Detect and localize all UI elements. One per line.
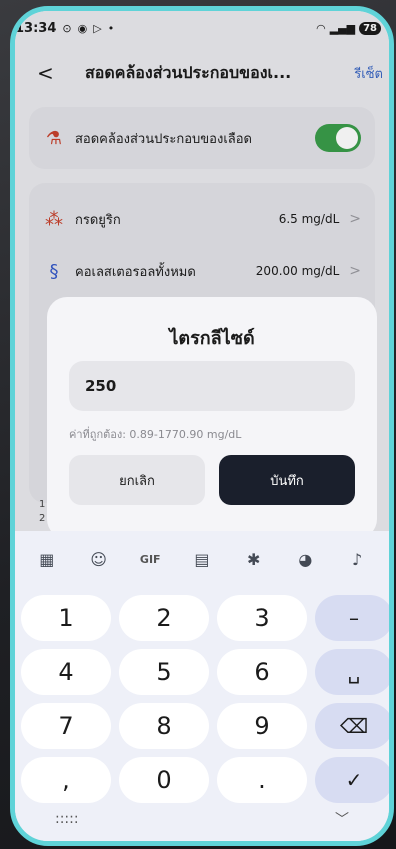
settings-icon[interactable]: ✱ [239,550,269,569]
cancel-button[interactable]: ยกเลิก [69,455,205,505]
phone-frame: 13:34 ⊙ ◉ ▷ • ◠ ▂▄▆ 78 < สอดคล้องส่วนประ… [10,6,394,846]
valid-range-hint: ค่าที่ถูกต้อง: 0.89-1770.90 mg/dL [69,428,242,441]
hide-keyboard-icon[interactable]: ﹀ [335,809,349,829]
palette-icon[interactable]: ◕ [290,550,320,569]
key-2[interactable]: 2 [119,595,209,641]
gif-button[interactable]: GIF [135,553,165,566]
space-key[interactable]: ␣ [315,649,389,695]
key-4[interactable]: 4 [21,649,111,695]
app-screen: 13:34 ⊙ ◉ ▷ • ◠ ▂▄▆ 78 < สอดคล้องส่วนประ… [15,11,389,841]
key-9[interactable]: 9 [217,703,307,749]
save-button[interactable]: บันทึก [219,455,355,505]
mic-icon[interactable]: ♪ [342,550,372,569]
apps-icon[interactable]: ▦ [32,550,62,569]
triglyceride-dialog: ไตรกลีไซด์ 250 ค่าที่ถูกต้อง: 0.89-1770.… [47,297,377,539]
triglyceride-input[interactable]: 250 [69,361,355,411]
key-8[interactable]: 8 [119,703,209,749]
dialog-title: ไตรกลีไซด์ [169,328,255,349]
key-3[interactable]: 3 [217,595,307,641]
keyboard-toolbar: ▦ ☺ GIF ▤ ✱ ◕ ♪ [15,531,389,587]
key-5[interactable]: 5 [119,649,209,695]
keyboard-switch-icon[interactable]: ::::: [55,811,79,827]
backspace-key[interactable]: ⌫ [315,703,389,749]
numeric-keyboard: ▦ ☺ GIF ▤ ✱ ◕ ♪ 1 2 3 – 4 5 6 ␣ 7 8 9 ⌫ [15,531,389,841]
clipboard-icon[interactable]: ▤ [187,550,217,569]
keyboard-bottom-bar: ::::: ﹀ [15,797,389,841]
key-7[interactable]: 7 [21,703,111,749]
sticker-icon[interactable]: ☺ [84,550,114,569]
key-minus[interactable]: – [315,595,389,641]
key-1[interactable]: 1 [21,595,111,641]
key-6[interactable]: 6 [217,649,307,695]
